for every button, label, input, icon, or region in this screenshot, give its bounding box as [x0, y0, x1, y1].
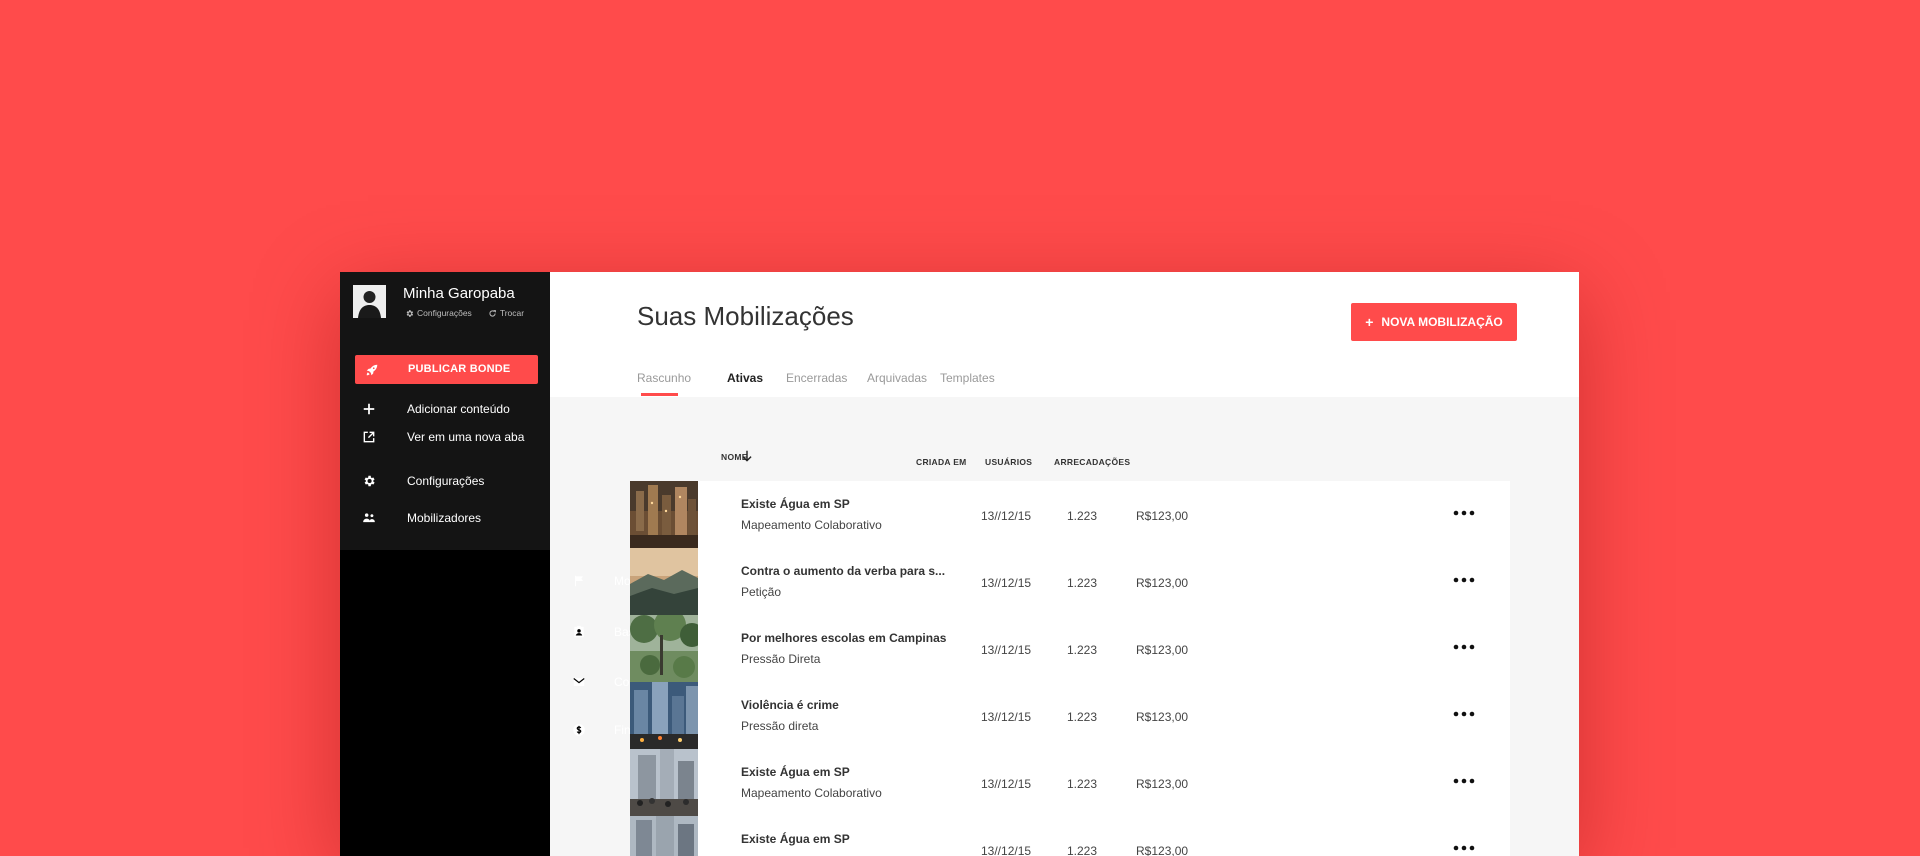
row-subtitle: Pressão direta [741, 719, 819, 733]
row-raised: R$123,00 [1136, 576, 1189, 590]
sidebar-item-open-new-tab[interactable]: Ver em uma nova aba [340, 422, 550, 452]
sidebar-top-section: Minha Garopaba Configurações Trocar PUBL… [340, 272, 550, 550]
sidebar-item-add-content[interactable]: Adicionar conteúdo [340, 394, 550, 424]
gear-icon [364, 475, 375, 487]
row-created: 13//12/15 [981, 710, 1032, 724]
mobilization-thumbnail [630, 749, 698, 816]
row-title[interactable]: Contra o aumento da verba para s... [741, 564, 945, 578]
more-options-icon[interactable] [1452, 706, 1476, 722]
table-row[interactable]: Por melhores escolas em Campinas Pressão… [630, 615, 1510, 682]
switch-link[interactable]: Trocar [488, 308, 524, 318]
table-row[interactable]: Existe Água em SP Mapeamento Colaborativ… [630, 749, 1510, 816]
mobilization-thumbnail [630, 682, 698, 749]
mobilization-thumbnail [630, 816, 698, 856]
sidebar-item-label: Configurações [407, 474, 485, 488]
column-header-created[interactable]: CRIADA EM [916, 457, 967, 467]
plus-icon: + [1365, 314, 1374, 330]
sidebar-item-label: Mobilizadores [407, 511, 482, 525]
row-users: 1.223 [1067, 710, 1098, 724]
publish-button[interactable]: PUBLICAR BONDE [355, 355, 538, 384]
community-links: Configurações Trocar [405, 308, 524, 318]
people-icon [363, 513, 375, 523]
row-raised: R$123,00 [1136, 710, 1189, 724]
row-title[interactable]: Existe Água em SP [741, 832, 850, 846]
sidebar: Minha Garopaba Configurações Trocar PUBL… [340, 272, 707, 856]
tab-rascunho[interactable]: Rascunho [637, 371, 691, 385]
table-row[interactable]: Existe Água em SP Mapeamento Colaborativ… [630, 481, 1510, 548]
row-users: 1.223 [1067, 643, 1098, 657]
row-users: 1.223 [1067, 509, 1098, 523]
row-title[interactable]: Existe Água em SP [741, 497, 850, 511]
row-raised: R$123,00 [1136, 777, 1189, 791]
plus-icon [363, 403, 375, 415]
row-title[interactable]: Violência é crime [741, 698, 839, 712]
more-options-icon[interactable] [1452, 773, 1476, 789]
tab-templates[interactable]: Templates [940, 371, 995, 385]
table-row[interactable]: Violência é crime Pressão direta 13//12/… [630, 682, 1510, 749]
row-users: 1.223 [1067, 844, 1098, 856]
avatar[interactable] [353, 285, 386, 318]
row-created: 13//12/15 [981, 509, 1032, 523]
more-options-icon[interactable] [1452, 840, 1476, 856]
table-row[interactable]: Contra o aumento da verba para s... Peti… [630, 548, 1510, 615]
mobilization-thumbnail [630, 548, 698, 615]
main-content: Suas Mobilizações + NOVA MOBILIZAÇÃO Ras… [550, 272, 1579, 856]
row-title[interactable]: Existe Água em SP [741, 765, 850, 779]
sidebar-item-label: Adicionar conteúdo [407, 402, 510, 416]
tab-arquivadas[interactable]: Arquivadas [867, 371, 927, 385]
more-options-icon[interactable] [1452, 505, 1476, 521]
page-title: Suas Mobilizações [637, 301, 854, 331]
publish-button-label: PUBLICAR BONDE [408, 363, 511, 375]
community-name[interactable]: Minha Garopaba [403, 285, 515, 302]
app-window: Minha Garopaba Configurações Trocar PUBL… [340, 272, 1579, 856]
new-mobilization-button-label: NOVA MOBILIZAÇÃO [1381, 315, 1503, 329]
more-options-icon[interactable] [1452, 572, 1476, 588]
row-subtitle: Mapeamento Colaborativo [741, 518, 882, 532]
sidebar-item-mobilizers[interactable]: Mobilizadores [340, 503, 550, 533]
main-header: Suas Mobilizações + NOVA MOBILIZAÇÃO Ras… [550, 272, 1579, 397]
settings-link-label: Configurações [417, 308, 472, 318]
row-users: 1.223 [1067, 576, 1098, 590]
sidebar-item-settings[interactable]: Configurações [340, 466, 550, 496]
mobilization-thumbnail [630, 615, 698, 682]
row-subtitle: Petição [741, 585, 782, 599]
sidebar-item-label: Ver em uma nova aba [407, 430, 525, 444]
table-row[interactable]: Existe Água em SP 13//12/15 1.223 R$123,… [630, 816, 1510, 856]
sort-down-icon[interactable] [740, 449, 754, 463]
row-created: 13//12/15 [981, 777, 1032, 791]
tab-encerradas[interactable]: Encerradas [786, 371, 847, 385]
rocket-icon [366, 364, 378, 376]
row-title[interactable]: Por melhores escolas em Campinas [741, 631, 946, 645]
external-link-icon [363, 431, 375, 443]
row-raised: R$123,00 [1136, 643, 1189, 657]
row-raised: R$123,00 [1136, 509, 1189, 523]
active-tab-indicator [641, 393, 678, 396]
refresh-icon [489, 309, 496, 317]
mobilization-thumbnail [630, 481, 698, 548]
row-subtitle: Pressão Direta [741, 652, 821, 666]
row-subtitle: Mapeamento Colaborativo [741, 786, 882, 800]
column-header-raised[interactable]: ARRECADAÇÕES [1054, 457, 1130, 467]
row-users: 1.223 [1067, 777, 1098, 791]
settings-link[interactable]: Configurações [405, 308, 472, 318]
row-created: 13//12/15 [981, 643, 1032, 657]
row-created: 13//12/15 [981, 576, 1032, 590]
switch-link-label: Trocar [499, 308, 525, 318]
tab-ativas[interactable]: Ativas [727, 371, 763, 385]
more-options-icon[interactable] [1452, 639, 1476, 655]
column-header-users[interactable]: USUÁRIOS [985, 457, 1032, 467]
new-mobilization-button[interactable]: + NOVA MOBILIZAÇÃO [1351, 303, 1517, 341]
row-created: 13//12/15 [981, 844, 1032, 856]
row-raised: R$123,00 [1136, 844, 1189, 856]
gear-small-icon [406, 309, 414, 317]
